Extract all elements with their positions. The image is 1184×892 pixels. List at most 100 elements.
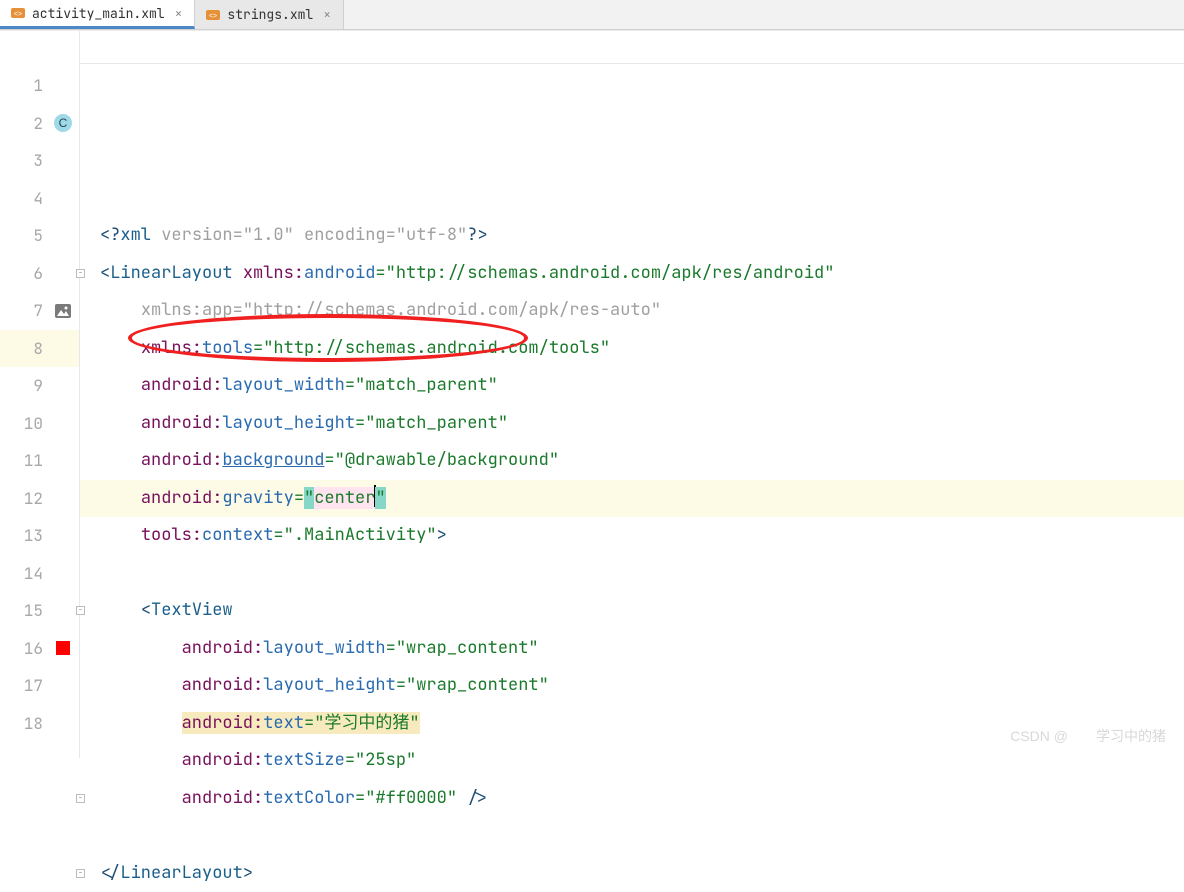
code-line[interactable]: xmlns:tools="http://schemas.android.com/…: [80, 330, 1184, 368]
token: =: [233, 299, 243, 321]
line-number: 13: [0, 517, 79, 555]
token: ?>: [467, 224, 487, 246]
close-icon[interactable]: ×: [175, 5, 183, 22]
token: android:: [141, 449, 223, 471]
token: >: [437, 524, 447, 546]
token: "http://schemas.android.com/apk/res-auto…: [243, 299, 661, 321]
fold-open-icon[interactable]: −: [76, 592, 88, 630]
color-gutter-icon[interactable]: [53, 638, 73, 658]
token: =: [386, 637, 396, 659]
line-number: 4: [0, 180, 79, 218]
token: "25sp": [355, 749, 416, 771]
code-line[interactable]: <?xml version="1.0" encoding="utf-8"?>: [80, 217, 1184, 255]
line-number: 3: [0, 142, 79, 180]
token: xmlns:: [141, 337, 202, 359]
line-number: 15: [0, 592, 79, 630]
token: "http://schemas.android.com/tools": [263, 337, 610, 359]
line-number: 12: [0, 480, 79, 518]
token: version: [161, 224, 232, 246]
code-line[interactable]: − <TextView: [80, 592, 1184, 630]
token: =: [355, 412, 365, 434]
token: center: [314, 487, 375, 509]
token: tools:: [141, 524, 202, 546]
code-line[interactable]: [80, 555, 1184, 593]
token: android:: [182, 637, 264, 659]
tab-strings[interactable]: <> strings.xml ×: [195, 0, 344, 29]
fold-open-icon[interactable]: −: [76, 255, 88, 293]
token: "1.0": [243, 224, 294, 246]
code-line[interactable]: android:text="学习中的猪": [80, 705, 1184, 743]
code-line[interactable]: [80, 817, 1184, 855]
token: ": [304, 487, 314, 509]
token: =: [396, 674, 406, 696]
class-gutter-icon[interactable]: C: [53, 113, 73, 133]
token: layout_height: [263, 674, 396, 696]
xml-file-icon: <>: [205, 7, 221, 23]
fold-close-icon[interactable]: −: [76, 780, 88, 818]
code-line[interactable]: android:layout_height="match_parent": [80, 405, 1184, 443]
token: layout_width: [222, 374, 344, 396]
token: >: [243, 862, 253, 884]
token: text: [263, 712, 304, 734]
editor-tab-bar: <> activity_main.xml × <> strings.xml ×: [0, 0, 1184, 30]
token: =: [273, 524, 283, 546]
token: "@drawable/background": [335, 449, 559, 471]
token: android:: [141, 412, 223, 434]
token: =: [294, 487, 304, 509]
code-line[interactable]: xmlns:app="http://schemas.android.com/ap…: [80, 292, 1184, 330]
code-line[interactable]: android:layout_width="wrap_content": [80, 630, 1184, 668]
svg-text:C: C: [59, 116, 68, 130]
token: <: [141, 599, 151, 621]
line-number: 18: [0, 705, 79, 743]
token: app: [202, 299, 233, 321]
token: =: [324, 449, 334, 471]
line-number: 11: [0, 442, 79, 480]
token: =: [233, 224, 243, 246]
token: =: [345, 374, 355, 396]
line-number: 7: [0, 292, 79, 330]
code-line[interactable]: android:textSize="25sp": [80, 742, 1184, 780]
token: context: [202, 524, 273, 546]
line-number: 6: [0, 255, 79, 293]
code-line[interactable]: − android:textColor="#ff0000" />: [80, 780, 1184, 818]
token: tools: [202, 337, 253, 359]
token: background: [222, 449, 324, 471]
line-number: 1: [0, 67, 79, 105]
token: ": [375, 487, 385, 509]
code-line[interactable]: −<LinearLayout xmlns:android="http://sch…: [80, 255, 1184, 293]
token: xml: [120, 224, 161, 246]
fold-close-icon[interactable]: −: [76, 855, 88, 892]
code-area[interactable]: <?xml version="1.0" encoding="utf-8"?>−<…: [80, 31, 1184, 758]
token: LinearLayout: [110, 262, 243, 284]
token: LinearLayout: [120, 862, 242, 884]
token: "wrap_content": [406, 674, 549, 696]
close-icon[interactable]: ×: [323, 6, 331, 23]
code-line[interactable]: android:layout_width="match_parent": [80, 367, 1184, 405]
code-line[interactable]: android:gravity="center": [80, 480, 1184, 518]
tab-label: strings.xml: [227, 6, 313, 23]
token: xmlns:: [243, 262, 304, 284]
token: android:: [182, 712, 264, 734]
code-line[interactable]: android:background="@drawable/background…: [80, 442, 1184, 480]
token: android:: [182, 749, 264, 771]
token: =: [386, 224, 396, 246]
line-number: 16: [0, 630, 79, 668]
token: TextView: [151, 599, 233, 621]
token: "http://schemas.android.com/apk/res/andr…: [386, 262, 835, 284]
token: android: [304, 262, 375, 284]
token: "#ff0000": [365, 787, 457, 809]
image-gutter-icon[interactable]: [53, 301, 73, 321]
line-number: 10: [0, 405, 79, 443]
token: "学习中的猪": [314, 712, 419, 734]
svg-text:<>: <>: [209, 13, 217, 20]
token: <?: [100, 224, 120, 246]
token: "match_parent": [365, 412, 508, 434]
token: encoding: [304, 224, 386, 246]
tab-activity-main[interactable]: <> activity_main.xml ×: [0, 0, 195, 29]
code-editor[interactable]: 12C3456789101112131415161718 <?xml versi…: [0, 30, 1184, 758]
code-line[interactable]: −</LinearLayout>: [80, 855, 1184, 892]
code-line[interactable]: tools:context=".MainActivity">: [80, 517, 1184, 555]
token: layout_width: [263, 637, 385, 659]
code-line[interactable]: android:layout_height="wrap_content": [80, 667, 1184, 705]
token: "match_parent": [355, 374, 498, 396]
